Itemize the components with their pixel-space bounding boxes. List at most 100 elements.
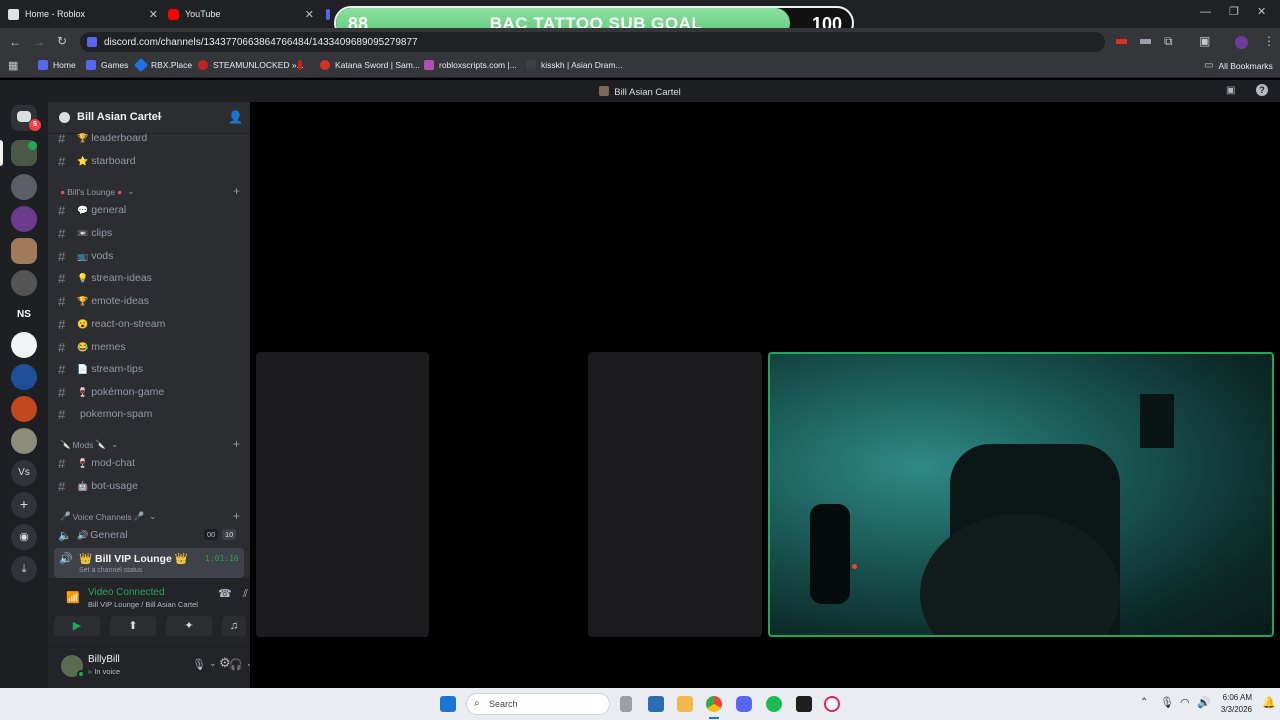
noise-suppression-icon[interactable]: ⫽: [243, 588, 248, 601]
channel-react-on-stream[interactable]: # 😮 react-on-stream: [58, 314, 244, 334]
back-arrow-icon[interactable]: ←: [9, 35, 21, 49]
add-channel-icon[interactable]: +: [233, 437, 240, 451]
bookmark-katana[interactable]: Katana Sword | Sam...: [320, 60, 420, 70]
close-icon[interactable]: ✕: [149, 8, 158, 21]
reload-icon[interactable]: ↻: [57, 34, 67, 48]
file-explorer-icon[interactable]: [677, 696, 693, 712]
opera-icon[interactable]: [824, 696, 840, 712]
voice-channel-bill-vip-lounge[interactable]: 🔊 👑 Bill VIP Lounge 👑 1:01:16 Set a chan…: [54, 548, 244, 578]
tab-roblox[interactable]: Home - Roblox ✕: [8, 4, 162, 24]
forward-arrow-icon[interactable]: →: [33, 35, 45, 49]
profile-avatar[interactable]: [1235, 36, 1248, 49]
all-bookmarks[interactable]: ▭ All Bookmarks: [1204, 60, 1273, 71]
voice-channel-general[interactable]: 🔈 🔊 General 00 10: [58, 525, 244, 545]
taskbar-search[interactable]: ⌕ Search: [466, 693, 610, 715]
windows-start-icon[interactable]: [440, 696, 456, 712]
volume-icon[interactable]: 🔊: [1197, 696, 1211, 709]
restore-icon[interactable]: ❐: [1229, 5, 1239, 18]
spotify-icon[interactable]: [766, 696, 782, 712]
chevron-up-icon[interactable]: ⌃: [1140, 697, 1148, 708]
bookmark-robloxscripts[interactable]: robloxscripts.com |...: [424, 60, 517, 70]
connection-location[interactable]: Bill VIP Lounge / Bill Asian Cartel: [88, 600, 198, 609]
task-view-icon[interactable]: [620, 696, 632, 712]
add-server-icon[interactable]: +: [11, 492, 37, 518]
cast-icon[interactable]: ▣: [1199, 34, 1210, 48]
channel-pok-mon-game[interactable]: # 🍷 pokémon-game: [58, 382, 244, 402]
channel-general[interactable]: # 💬 general: [58, 200, 244, 220]
video-tile-speaking[interactable]: [768, 352, 1274, 637]
help-icon[interactable]: ?: [1256, 84, 1268, 96]
microphone-icon[interactable]: 🎙: [192, 658, 206, 671]
server-icon[interactable]: [11, 206, 37, 232]
microphone-icon[interactable]: 🎙: [1160, 696, 1174, 709]
username[interactable]: BillyBill: [88, 654, 120, 665]
channel-starboard[interactable]: # ⭐ starboard: [58, 151, 244, 171]
channel-status[interactable]: Set a channel status: [79, 567, 142, 574]
app-icon[interactable]: [648, 696, 664, 712]
channel-clips[interactable]: # 📼 clips: [58, 223, 244, 243]
soundboard-button[interactable]: ♫: [222, 616, 246, 636]
extension-icon[interactable]: [1140, 39, 1151, 44]
bookmark-home[interactable]: Home: [38, 60, 76, 70]
download-icon[interactable]: ⤓: [11, 556, 37, 582]
disconnect-icon[interactable]: ☎: [218, 587, 232, 600]
site-info-icon[interactable]: [87, 37, 97, 47]
add-channel-icon[interactable]: +: [233, 184, 240, 198]
clock-time[interactable]: 6:06 AM: [1218, 693, 1252, 702]
close-icon[interactable]: ✕: [305, 8, 314, 21]
channel-stream-tips[interactable]: # 📄 stream-tips: [58, 359, 244, 379]
server-ns[interactable]: NS: [11, 302, 37, 328]
headphones-icon[interactable]: 🎧: [229, 658, 243, 671]
bookmark-steamunlocked[interactable]: STEAMUNLOCKED »...: [198, 60, 304, 70]
minimize-icon[interactable]: —: [1200, 6, 1211, 18]
omnibox[interactable]: discord.com/channels/1343770663864766484…: [80, 32, 1105, 52]
channel-leaderboard[interactable]: # 🏆 leaderboard: [58, 128, 244, 148]
discord-icon[interactable]: [736, 696, 752, 712]
bookmark-rbx-place[interactable]: RBX.Place: [133, 57, 192, 73]
app-icon[interactable]: [796, 696, 812, 712]
bookmark-games[interactable]: Games: [86, 60, 128, 70]
channel-stream-ideas[interactable]: # 💡 stream-ideas: [58, 268, 244, 288]
wifi-icon[interactable]: ◠: [1180, 696, 1190, 709]
apps-grid-icon[interactable]: ▦: [8, 59, 18, 72]
add-channel-icon[interactable]: +: [233, 509, 240, 523]
activities-button[interactable]: ✦: [166, 616, 212, 636]
chevron-down-icon[interactable]: ⌄: [209, 658, 217, 669]
server-icon[interactable]: [11, 396, 37, 422]
channel-memes[interactable]: # 😂 memes: [58, 337, 244, 357]
menu-kebab-icon[interactable]: ⋮: [1263, 34, 1275, 48]
notification-bell-icon[interactable]: 🔔: [1262, 696, 1276, 709]
video-tile[interactable]: [256, 352, 429, 637]
server-icon[interactable]: [11, 238, 37, 264]
server-icon[interactable]: [11, 428, 37, 454]
server-icon[interactable]: [11, 332, 37, 358]
bookmark-kisskh[interactable]: kisskh | Asian Dram...: [526, 60, 623, 70]
server-icon[interactable]: [11, 270, 37, 296]
category-bills-lounge[interactable]: ● Bill's Lounge ● ⌄: [60, 186, 134, 197]
extension-icon[interactable]: [1116, 39, 1127, 44]
channel-mod-chat[interactable]: # 🍷 mod-chat: [58, 453, 244, 473]
server-vs[interactable]: Vs: [11, 460, 37, 486]
video-tile[interactable]: [588, 352, 762, 637]
category-voice-channels[interactable]: 🎤 Voice Channels 🎤 ⌄: [60, 511, 156, 522]
discord-home-icon[interactable]: 5: [11, 105, 41, 131]
signal-icon[interactable]: 📶: [66, 591, 80, 604]
channel-bot-usage[interactable]: # 🤖 bot-usage: [58, 476, 244, 496]
inbox-icon[interactable]: ▣: [1226, 85, 1235, 96]
tab-youtube[interactable]: YouTube ✕: [168, 4, 318, 24]
bookmark-blank[interactable]: [298, 60, 307, 70]
invite-people-icon[interactable]: 👤: [228, 110, 243, 124]
screen-share-button[interactable]: ⬆: [110, 616, 156, 636]
video-tile[interactable]: [433, 352, 585, 637]
extensions-puzzle-icon[interactable]: ⧉: [1164, 34, 1173, 49]
channel-emote-ideas[interactable]: # 🏆 emote-ideas: [58, 291, 244, 311]
channel-pokemon-spam[interactable]: # pokemon-spam: [58, 404, 244, 424]
chrome-icon[interactable]: [706, 696, 722, 712]
server-icon[interactable]: [11, 364, 37, 390]
discover-compass-icon[interactable]: ◉: [11, 524, 37, 550]
camera-button[interactable]: ▶: [54, 616, 100, 636]
category-mods[interactable]: 🔪 Mods 🔪 ⌄: [60, 439, 118, 450]
settings-gear-icon[interactable]: ⚙: [219, 655, 231, 671]
window-close-icon[interactable]: ✕: [1257, 5, 1266, 18]
server-icon[interactable]: [11, 174, 37, 200]
